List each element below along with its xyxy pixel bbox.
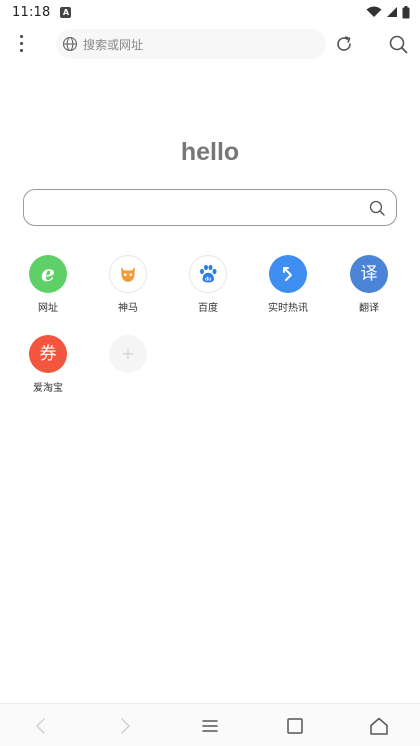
menu-button[interactable] <box>198 714 222 738</box>
shenma-icon <box>109 255 147 293</box>
bottom-navigation <box>0 703 420 746</box>
address-bar[interactable]: 搜索或网址 <box>56 29 326 59</box>
baidu-paw-icon: du <box>189 255 227 293</box>
quick-link-label: 实时热讯 <box>268 303 308 314</box>
hamburger-icon <box>202 720 218 732</box>
home-search-input[interactable] <box>23 189 397 226</box>
refresh-icon <box>337 36 351 51</box>
signal-icon <box>387 7 397 17</box>
address-placeholder: 搜索或网址 <box>83 37 144 52</box>
quick-link-label: 翻译 <box>359 303 379 314</box>
globe-icon <box>62 36 78 52</box>
more-vertical-icon <box>19 34 23 38</box>
quick-link-baidu[interactable]: du 百度 <box>178 255 238 314</box>
windows-button[interactable] <box>283 714 307 738</box>
status-indicators <box>366 5 410 19</box>
translate-icon: 译 <box>350 255 388 293</box>
add-icon: + <box>109 335 147 373</box>
status-bar: 11:18 A <box>0 0 420 24</box>
more-menu-button[interactable] <box>10 30 32 56</box>
quick-link-shenma[interactable]: 神马 <box>98 255 158 314</box>
refresh-button[interactable] <box>333 33 355 55</box>
home-button[interactable] <box>367 714 391 738</box>
quick-link-label: 神马 <box>118 303 138 314</box>
forward-button[interactable] <box>113 714 137 738</box>
quick-link-aitaobao[interactable]: 券 爱淘宝 <box>18 335 78 394</box>
browser-toolbar: 搜索或网址 <box>0 26 420 62</box>
square-icon <box>287 718 303 734</box>
arrow-icon <box>269 255 307 293</box>
quick-link-wangzhi[interactable]: e 网址 <box>18 255 78 314</box>
search-icon <box>389 35 408 54</box>
home-icon <box>370 717 388 735</box>
add-quick-link-button[interactable]: + <box>98 335 158 373</box>
quick-link-translate[interactable]: 译 翻译 <box>339 255 399 314</box>
back-button[interactable] <box>29 714 53 738</box>
home-logo: hello <box>180 138 240 166</box>
menu-dot <box>19 41 23 45</box>
battery-icon <box>402 5 410 18</box>
translate-glyph: 译 <box>360 263 378 284</box>
search-icon[interactable] <box>368 199 386 217</box>
svg-text:du: du <box>205 277 211 283</box>
wifi-icon <box>366 6 382 17</box>
coupon-icon: 券 <box>29 335 67 373</box>
quick-link-label: 爱淘宝 <box>33 383 63 394</box>
app-notification-icon: A <box>60 6 72 18</box>
status-time: 11:18 <box>12 4 51 20</box>
e-icon: e <box>29 255 67 293</box>
menu-dot <box>19 48 23 52</box>
search-button[interactable] <box>387 33 409 55</box>
quick-link-label: 百度 <box>198 303 218 314</box>
back-icon <box>36 718 45 734</box>
add-glyph: + <box>121 344 135 363</box>
quick-link-label: 网址 <box>38 303 58 314</box>
e-glyph: e <box>41 261 55 287</box>
quick-link-realtime-news[interactable]: 实时热讯 <box>258 255 318 314</box>
coupon-glyph: 券 <box>39 343 57 364</box>
forward-icon <box>121 718 130 734</box>
